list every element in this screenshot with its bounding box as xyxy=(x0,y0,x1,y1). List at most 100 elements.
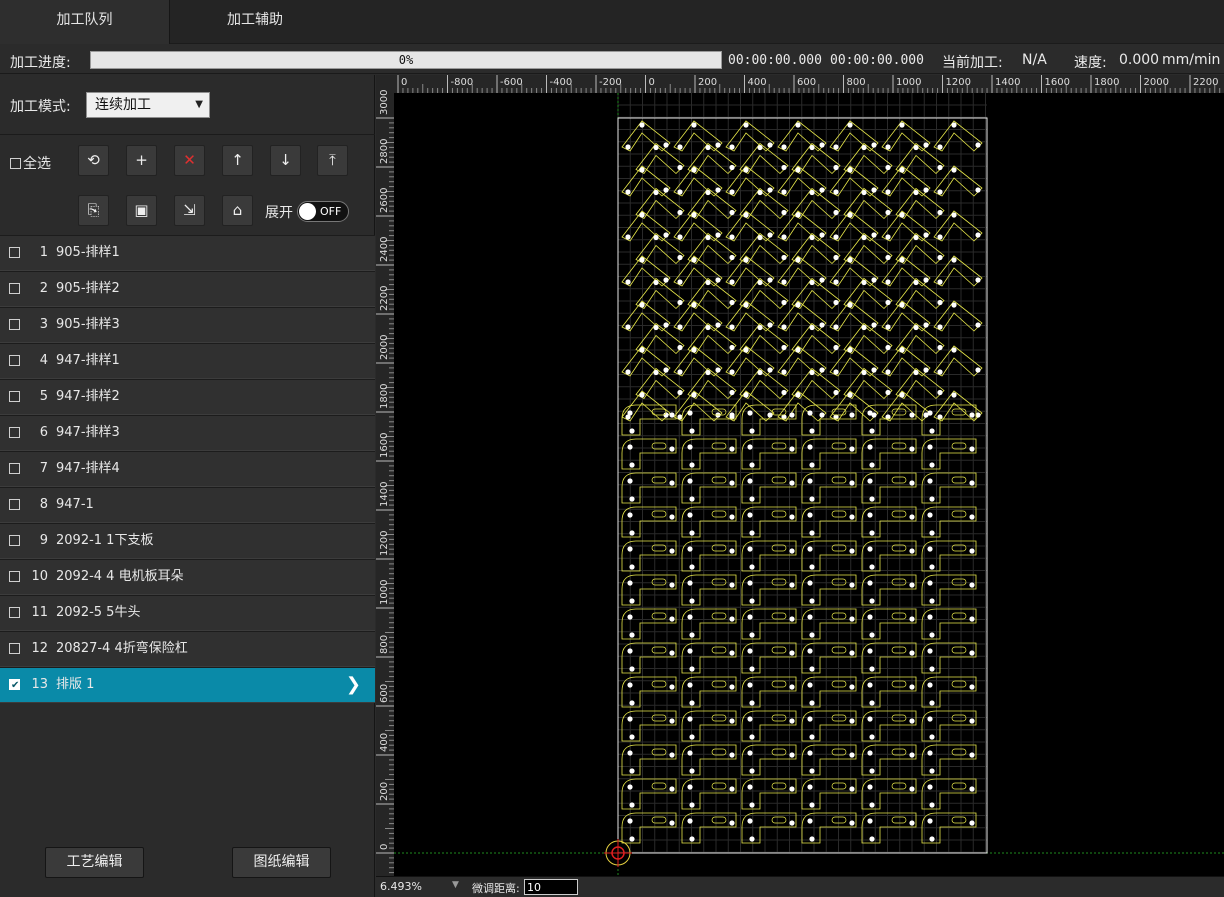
queue-item[interactable]: 7 947-排样4 xyxy=(0,451,375,487)
pierce-point xyxy=(627,818,633,824)
export-button[interactable]: ⇲ xyxy=(174,195,205,226)
pierce-point xyxy=(729,144,735,150)
pierce-point xyxy=(627,410,633,416)
pierce-point xyxy=(781,324,787,330)
fine-tune-input[interactable] xyxy=(524,879,578,895)
queue-item[interactable]: 3 905-排样3 xyxy=(0,307,375,343)
queue-item[interactable]: 1 905-排样1 xyxy=(0,235,375,271)
clear-icon: ⌂ xyxy=(232,201,243,219)
row-checkbox[interactable] xyxy=(9,319,20,330)
ruler-y-label: 1200 xyxy=(379,531,390,556)
drawing-edit-button[interactable]: 图纸编辑 xyxy=(232,847,331,878)
row-checkbox[interactable] xyxy=(9,427,20,438)
pierce-point xyxy=(849,480,855,486)
ruler-x-label: 1800 xyxy=(1094,77,1119,88)
pierce-point xyxy=(781,164,787,171)
process-edit-button[interactable]: 工艺编辑 xyxy=(45,847,144,878)
pierce-point xyxy=(833,324,839,330)
pierce-point xyxy=(809,836,815,842)
queue-item[interactable]: 13 排版 1 ❯ xyxy=(0,667,375,703)
pierce-point xyxy=(677,144,683,150)
pierce-point xyxy=(789,650,795,656)
pierce-point xyxy=(669,412,675,418)
queue-item[interactable]: 4 947-排样1 xyxy=(0,343,375,379)
queue-item[interactable]: 12 20827-4 4折弯保险杠 xyxy=(0,631,375,667)
save-button[interactable]: ▣ xyxy=(126,195,157,226)
row-checkbox[interactable] xyxy=(9,391,20,402)
clear-button[interactable]: ⌂ xyxy=(222,195,253,226)
pierce-point xyxy=(629,666,635,672)
canvas-svg[interactable]: 0 -800 -600 -400 -200 0 200 400 600 800 1000 1200 14… xyxy=(376,75,1224,876)
part-slot xyxy=(651,782,667,790)
row-checkbox[interactable] xyxy=(9,499,20,510)
tab-process-queue[interactable]: 加工队列 xyxy=(0,0,170,44)
ruler-y-label: 0 xyxy=(379,844,390,850)
import-button[interactable]: ⎘ xyxy=(78,195,109,226)
select-all-checkbox[interactable]: 全选 xyxy=(10,153,51,173)
pierce-point xyxy=(927,546,933,552)
ruler-x-label: 600 xyxy=(797,77,816,88)
move-up-button[interactable]: ↑ xyxy=(222,145,253,176)
pierce-point xyxy=(669,752,675,758)
delete-button[interactable]: ✕ xyxy=(174,145,205,176)
move-top-button[interactable]: ⤒ xyxy=(317,145,348,176)
pierce-point xyxy=(951,302,957,308)
part-slot xyxy=(891,510,907,518)
pierce-point xyxy=(969,786,975,792)
pierce-point xyxy=(885,144,891,150)
row-checkbox[interactable] xyxy=(9,283,20,294)
row-checkbox[interactable] xyxy=(9,535,20,546)
mode-label: 加工模式: xyxy=(10,99,71,115)
pierce-point xyxy=(747,410,753,416)
pierce-point xyxy=(747,580,753,586)
pierce-point xyxy=(927,818,933,824)
pierce-point xyxy=(625,234,631,240)
queue-item[interactable]: 9 2092-1 1下支板 xyxy=(0,523,375,559)
refresh-button[interactable]: ⟲ xyxy=(78,145,109,176)
pierce-point xyxy=(747,750,753,756)
chevron-down-icon[interactable]: ▼ xyxy=(452,880,459,890)
pierce-point xyxy=(789,684,795,690)
pierce-point xyxy=(749,598,755,604)
part-slot xyxy=(771,578,787,586)
part-slot xyxy=(651,612,667,620)
pierce-point xyxy=(729,209,735,216)
pierce-point xyxy=(729,446,735,452)
move-down-button[interactable]: ↓ xyxy=(270,145,301,176)
pierce-point xyxy=(809,428,815,434)
queue-item[interactable]: 6 947-排样3 xyxy=(0,415,375,451)
part-slot xyxy=(951,782,967,790)
pierce-point xyxy=(795,257,801,263)
queue-item[interactable]: 8 947-1 xyxy=(0,487,375,523)
expand-toggle[interactable]: OFF xyxy=(297,201,349,222)
pierce-point xyxy=(951,122,957,128)
queue-item[interactable]: 5 947-排样2 xyxy=(0,379,375,415)
pierce-point xyxy=(757,369,763,376)
pierce-point xyxy=(867,614,873,620)
drawing-canvas[interactable]: 0 -800 -600 -400 -200 0 200 400 600 800 1000 1200 14… xyxy=(376,75,1224,876)
pierce-point xyxy=(937,324,943,330)
row-checkbox[interactable] xyxy=(9,355,20,366)
mode-select[interactable]: 连续加工 ▼ xyxy=(86,92,210,118)
row-checkbox[interactable] xyxy=(9,669,20,703)
pierce-point xyxy=(885,279,891,285)
refresh-icon: ⟲ xyxy=(87,151,100,169)
pierce-point xyxy=(885,209,891,216)
ruler-x-label: 0 xyxy=(649,77,655,88)
pierce-point xyxy=(937,189,943,195)
pierce-point xyxy=(663,367,669,373)
pierce-point xyxy=(969,718,975,724)
add-button[interactable]: + xyxy=(126,145,157,176)
row-checkbox[interactable] xyxy=(9,643,20,654)
queue-item[interactable]: 10 2092-4 4 电机板耳朵 xyxy=(0,559,375,595)
queue-item[interactable]: 2 905-排样2 xyxy=(0,271,375,307)
queue-item[interactable]: 11 2092-5 5牛头 xyxy=(0,595,375,631)
row-checkbox[interactable] xyxy=(9,463,20,474)
pierce-point xyxy=(687,784,693,790)
row-checkbox[interactable] xyxy=(9,607,20,618)
pierce-point xyxy=(923,277,929,283)
row-checkbox[interactable] xyxy=(9,247,20,258)
chevron-right-icon[interactable]: ❯ xyxy=(346,668,361,702)
tab-process-assist[interactable]: 加工辅助 xyxy=(170,0,340,44)
row-checkbox[interactable] xyxy=(9,571,20,582)
